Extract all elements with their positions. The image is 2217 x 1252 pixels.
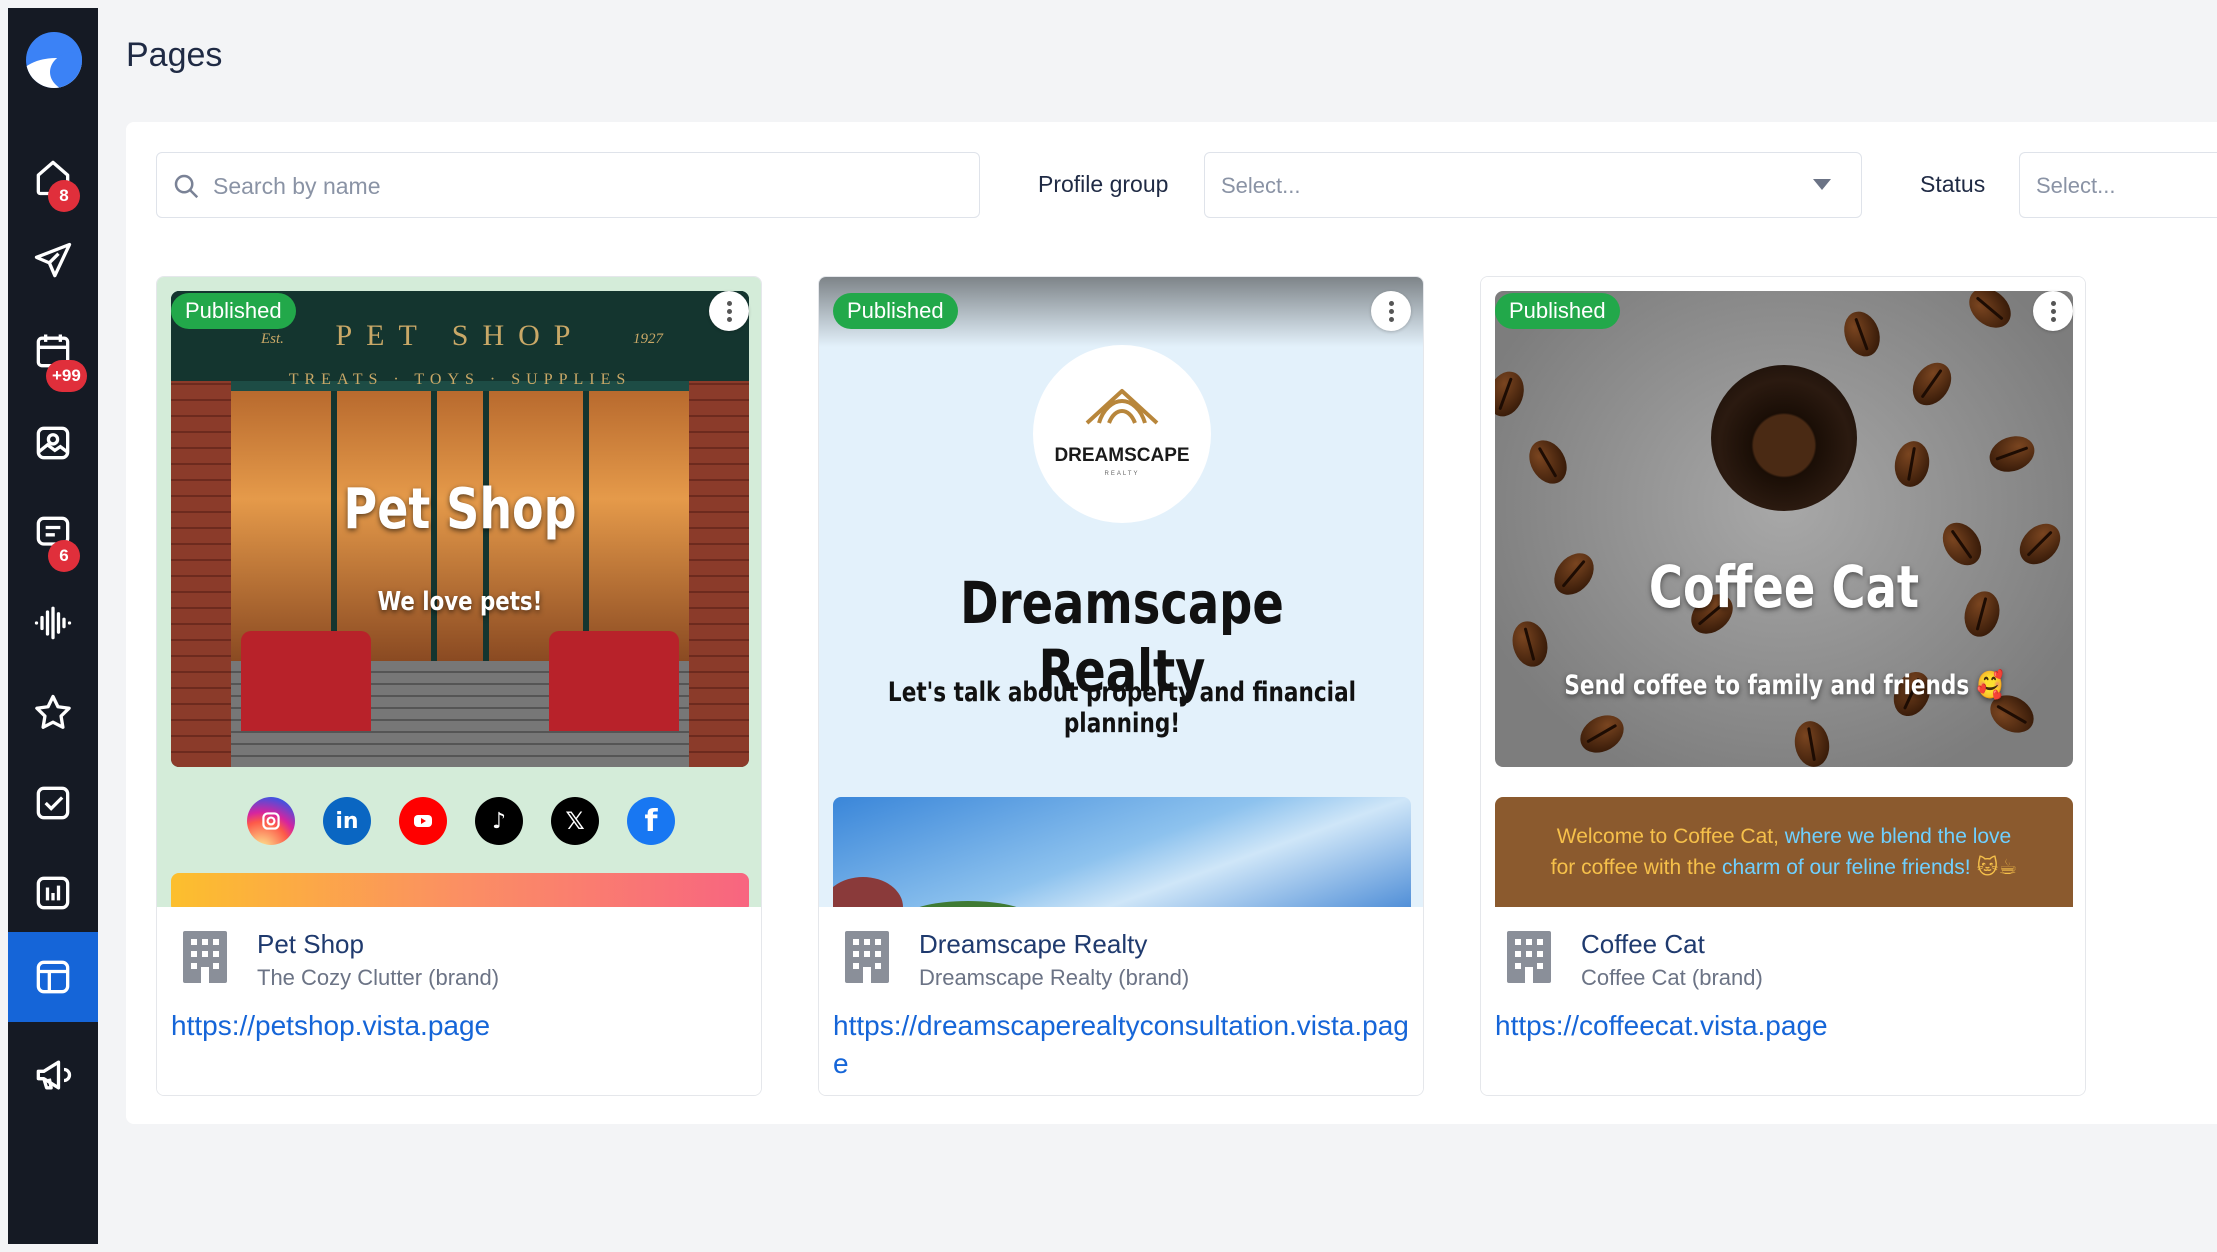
status-placeholder: Select... xyxy=(2036,173,2116,198)
x-icon[interactable]: 𝕏 xyxy=(551,797,599,845)
sidebar-item-analytics[interactable] xyxy=(8,848,98,938)
search-input[interactable] xyxy=(213,163,953,209)
page-preview[interactable]: DREAMSCAPE REALTY Dreamscape Realty Let'… xyxy=(819,277,1423,907)
paper-plane-icon xyxy=(34,242,72,278)
search-box[interactable] xyxy=(156,152,980,218)
facebook-icon[interactable]: f xyxy=(627,797,675,845)
more-options-button[interactable] xyxy=(709,291,749,331)
linkedin-icon[interactable]: in xyxy=(323,797,371,845)
brand-name: Dreamscape Realty (brand) xyxy=(919,965,1190,990)
preview-subheadline: Send coffee to family and friends 🥰 xyxy=(1564,670,2004,701)
sidebar-item-media[interactable] xyxy=(8,398,98,488)
checkbox-icon xyxy=(36,786,70,820)
status-label: Status xyxy=(1920,171,1986,197)
welcome-text-2: where we blend the love xyxy=(1784,825,2012,848)
chevron-down-icon xyxy=(1813,179,1831,190)
sidebar-item-calendar[interactable]: +99 xyxy=(8,306,98,396)
page-url-link[interactable]: https://coffeecat.vista.page xyxy=(1495,1007,2075,1045)
page-card-coffee-cat[interactable]: Coffee Cat Send coffee to family and fri… xyxy=(1480,276,2086,1096)
more-options-button[interactable] xyxy=(1371,291,1411,331)
preview-headline: Pet Shop xyxy=(343,477,577,542)
sidebar-item-reviews[interactable] xyxy=(8,668,98,758)
profile-group-label: Profile group xyxy=(1038,171,1169,197)
megaphone-icon xyxy=(36,1060,72,1090)
search-icon xyxy=(174,174,199,199)
brand-name: The Cozy Clutter (brand) xyxy=(257,965,500,990)
waveform-icon xyxy=(34,606,72,640)
page-url-link[interactable]: https://petshop.vista.page xyxy=(171,1007,751,1045)
building-icon xyxy=(1507,931,1551,983)
logo-tagline: REALTY xyxy=(1104,471,1140,477)
welcome-emoji: 🐱☕ xyxy=(1970,856,2018,879)
welcome-text-1: Welcome to Coffee Cat, xyxy=(1556,825,1785,848)
page-url-link[interactable]: https://dreamscaperealtyconsultation.vis… xyxy=(833,1007,1413,1083)
page-preview[interactable]: Coffee Cat Send coffee to family and fri… xyxy=(1481,277,2085,907)
home-badge: 8 xyxy=(48,180,80,212)
tiktok-icon[interactable]: ♪ xyxy=(475,797,523,845)
status-select[interactable]: Select... xyxy=(2019,152,2217,218)
shop-sign-year: 1927 xyxy=(633,331,663,347)
bar-chart-icon xyxy=(36,876,70,910)
preview-subheadline: Let's talk about property and financial … xyxy=(887,677,1357,739)
coffee-beans-image: Coffee Cat Send coffee to family and fri… xyxy=(1495,291,2073,767)
star-icon xyxy=(35,694,71,729)
image-icon xyxy=(36,426,70,460)
sidebar-item-listening[interactable] xyxy=(8,578,98,668)
welcome-text-3: for coffee with the xyxy=(1550,856,1723,879)
status-badge: Published xyxy=(1495,293,1620,329)
welcome-banner: Welcome to Coffee Cat, where we blend th… xyxy=(1495,797,2073,907)
profile-group-select[interactable]: Select... xyxy=(1204,152,1862,218)
page-title: Pages xyxy=(126,36,223,74)
preview-headline: Coffee Cat xyxy=(1648,553,1920,621)
sidebar-item-messages[interactable]: 6 xyxy=(8,488,98,578)
preview-banner xyxy=(171,873,749,907)
page-card-dreamscape-realty[interactable]: DREAMSCAPE REALTY Dreamscape Realty Let'… xyxy=(818,276,1424,1096)
sky-image xyxy=(833,797,1411,907)
sidebar: 8 +99 6 xyxy=(8,8,98,1244)
layout-icon xyxy=(36,960,70,994)
logo-wordmark: DREAMSCAPE xyxy=(1054,445,1190,466)
page-preview[interactable]: PET SHOP Est. 1927 TREATS · TOYS · SUPPL… xyxy=(157,277,761,907)
sidebar-item-ads[interactable] xyxy=(8,1030,98,1120)
preview-subheadline: We love pets! xyxy=(377,587,543,617)
shop-sign-est: Est. xyxy=(261,331,284,347)
welcome-text-4: charm of our feline friends! xyxy=(1722,856,1971,879)
calendar-badge: +99 xyxy=(46,360,87,392)
sidebar-item-tasks[interactable] xyxy=(8,758,98,848)
building-icon xyxy=(183,931,227,983)
building-icon xyxy=(845,931,889,983)
youtube-icon[interactable] xyxy=(399,797,447,845)
messages-badge: 6 xyxy=(48,540,80,572)
sidebar-item-home[interactable]: 8 xyxy=(8,132,98,222)
instagram-icon[interactable] xyxy=(247,797,295,845)
page-title-text[interactable]: Pet Shop xyxy=(257,929,364,960)
page-card-pet-shop[interactable]: PET SHOP Est. 1927 TREATS · TOYS · SUPPL… xyxy=(156,276,762,1096)
sidebar-item-publish[interactable] xyxy=(8,216,98,306)
shop-sign-subtext: TREATS · TOYS · SUPPLIES xyxy=(288,371,632,388)
page-title-text[interactable]: Dreamscape Realty xyxy=(919,929,1147,960)
app-logo[interactable] xyxy=(26,32,82,88)
status-badge: Published xyxy=(171,293,296,329)
profile-group-placeholder: Select... xyxy=(1221,173,1301,198)
pet-shop-image: PET SHOP Est. 1927 TREATS · TOYS · SUPPL… xyxy=(171,291,749,767)
brand-name: Coffee Cat (brand) xyxy=(1581,965,1763,990)
social-links: in ♪ 𝕏 f xyxy=(247,797,675,845)
more-options-button[interactable] xyxy=(2033,291,2073,331)
page-title-text[interactable]: Coffee Cat xyxy=(1581,929,1705,960)
dreamscape-logo: DREAMSCAPE REALTY xyxy=(1033,345,1211,523)
status-badge: Published xyxy=(833,293,958,329)
sidebar-item-pages[interactable] xyxy=(8,932,98,1022)
coffee-cup-image xyxy=(1711,365,1857,511)
